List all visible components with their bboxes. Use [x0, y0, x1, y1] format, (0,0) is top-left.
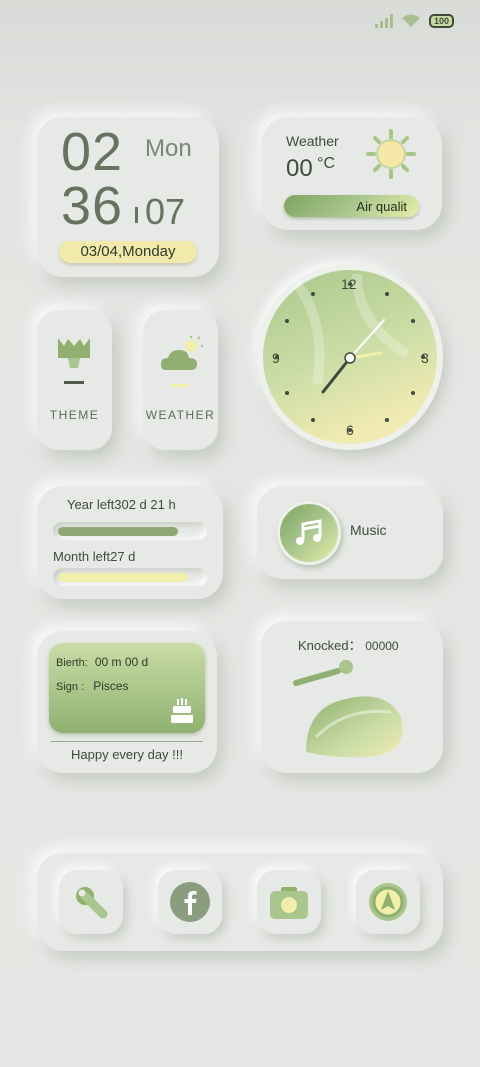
- sign-row: Sign : Pisces: [56, 679, 129, 693]
- clock-widget[interactable]: 02 Mon 36 07 03/04,Monday: [37, 117, 219, 277]
- cake-icon: [171, 698, 193, 723]
- month-left-row: Month left27 d: [53, 549, 135, 564]
- theme-label: THEME: [49, 408, 100, 422]
- month-progress-track: [53, 568, 207, 586]
- music-note-icon: [296, 519, 322, 545]
- month-left-label: Month left: [53, 549, 111, 564]
- countdown-widget[interactable]: Year left302 d 21 h Month left27 d: [37, 486, 223, 599]
- paint-brush-icon: [58, 338, 90, 384]
- clock-num-9: 9: [272, 350, 280, 366]
- status-bar: 100: [374, 14, 454, 28]
- birth-value: 00 m 00 d: [94, 655, 149, 669]
- battery-level: 100: [433, 16, 449, 26]
- analog-clock[interactable]: 12 3 6 9: [257, 264, 443, 450]
- birthday-divider: [51, 741, 203, 742]
- music-button[interactable]: [277, 501, 341, 565]
- clock-num-12: 12: [341, 276, 357, 292]
- facebook-app-button[interactable]: [158, 870, 222, 934]
- birth-row: Bierth: 00 m 00 d: [56, 655, 148, 669]
- knock-count: 00000: [365, 639, 399, 653]
- year-left-label: Year left: [67, 497, 115, 512]
- theme-app[interactable]: THEME: [37, 310, 112, 450]
- weather-app-label: WEATHER: [145, 408, 216, 422]
- sign-label: Sign :: [56, 681, 85, 693]
- year-left-value: 302 d 21 h: [114, 497, 176, 512]
- knock-widget[interactable]: Knocked： 00000: [261, 621, 443, 773]
- clock-divider: [135, 207, 138, 223]
- birthday-widget[interactable]: Bierth: 00 m 00 d Sign : Pisces Happy ev…: [37, 631, 217, 773]
- knock-row: Knocked： 00000: [298, 635, 399, 654]
- year-progress-track: [53, 522, 207, 540]
- clock-date-label: 03/04,Monday: [59, 241, 197, 263]
- music-widget[interactable]: Music: [257, 486, 443, 579]
- cloud-sun-icon: [161, 336, 203, 387]
- air-quality-bar[interactable]: Air qualit: [284, 195, 419, 217]
- weather-app[interactable]: WEATHER: [143, 310, 218, 450]
- month-left-value: 27 d: [110, 549, 136, 564]
- settings-app-button[interactable]: [59, 870, 123, 934]
- birthday-footer: Happy every day !!!: [71, 747, 183, 762]
- navigation-app-button[interactable]: [356, 870, 420, 934]
- air-quality-label: Air qualit: [356, 199, 407, 214]
- navigation-icon: [369, 883, 407, 921]
- weather-widget[interactable]: Weather 00 °C Air qualit: [262, 117, 442, 230]
- knock-label: Knocked：: [298, 638, 362, 653]
- clock-date-num: 07: [145, 191, 186, 232]
- wrench-icon: [76, 887, 108, 919]
- temp-value: 00: [286, 155, 313, 182]
- clock-hour: 02: [61, 122, 124, 182]
- wooden-fish-icon[interactable]: [286, 657, 416, 765]
- music-label: Music: [350, 522, 387, 538]
- clock-num-6: 6: [346, 422, 354, 438]
- camera-icon: [270, 887, 308, 919]
- year-left-row: Year left302 d 21 h: [67, 497, 176, 512]
- signal-icon: [374, 14, 393, 28]
- clock-minute: 36: [61, 176, 124, 236]
- weather-title: Weather: [286, 133, 339, 149]
- month-progress-fill: [58, 573, 188, 582]
- temp-unit: °C: [317, 155, 336, 172]
- clock-day: Mon: [145, 135, 192, 162]
- battery-indicator: 100: [428, 14, 454, 28]
- clock-num-3: 3: [421, 350, 429, 366]
- facebook-icon: [170, 882, 210, 922]
- wifi-icon: [401, 14, 420, 27]
- birthday-panel: Bierth: 00 m 00 d Sign : Pisces: [49, 643, 205, 733]
- weather-temp: 00 °C: [286, 155, 335, 183]
- sign-value: Pisces: [93, 679, 129, 693]
- camera-app-button[interactable]: [257, 870, 321, 934]
- birth-label: Bierth:: [56, 657, 88, 669]
- app-dock: [37, 853, 443, 951]
- sun-icon: [366, 129, 416, 179]
- year-progress-fill: [58, 527, 178, 536]
